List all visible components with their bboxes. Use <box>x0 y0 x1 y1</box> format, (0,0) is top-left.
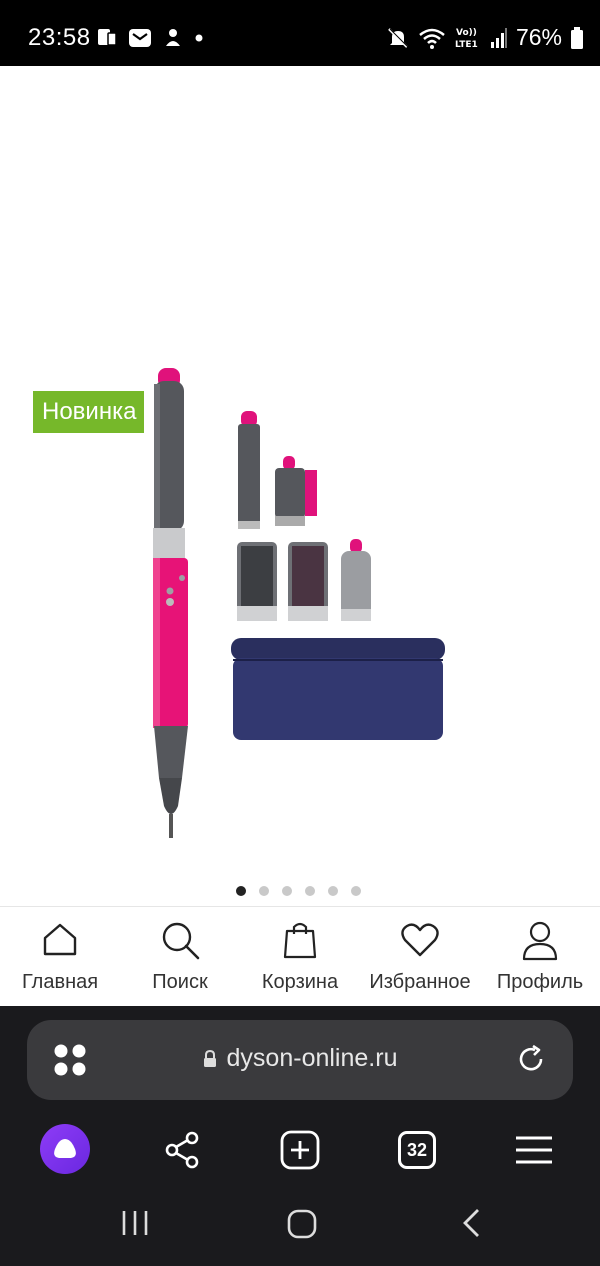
browser-chrome: dyson-online.ru 32 <box>0 1006 600 1266</box>
plus-box-icon <box>280 1130 320 1170</box>
mute-icon <box>388 27 409 48</box>
nav-item-cart[interactable]: Корзина <box>240 907 360 1006</box>
nav-label: Корзина <box>261 971 339 993</box>
tabs-button[interactable]: 32 <box>391 1124 443 1176</box>
carousel-dot[interactable] <box>259 886 269 896</box>
home-button-icon[interactable] <box>286 1208 318 1240</box>
nav-label: Избранное <box>369 971 471 993</box>
bag-icon <box>283 922 317 959</box>
carousel-dot[interactable] <box>305 886 315 896</box>
search-icon <box>162 922 200 960</box>
battery-icon <box>571 26 583 49</box>
carousel-dot[interactable] <box>328 886 338 896</box>
status-left-icons <box>96 27 204 49</box>
heart-icon <box>401 923 439 957</box>
signal-icon <box>490 27 507 48</box>
status-right: Vo)) LTE1 76% <box>386 24 584 51</box>
smoothing-brush-illustration <box>275 456 317 526</box>
nav-item-search[interactable]: Поиск <box>120 907 240 1006</box>
barrel-illustration <box>238 411 260 529</box>
product-area[interactable]: Новинка <box>0 66 600 906</box>
new-tab-button[interactable] <box>274 1124 326 1176</box>
product-image[interactable] <box>0 66 600 906</box>
share-icon <box>165 1131 199 1169</box>
alice-icon <box>54 1139 76 1158</box>
system-nav <box>0 1196 600 1266</box>
carousel-dots <box>236 886 361 896</box>
lock-icon <box>203 1050 216 1068</box>
case-illustration <box>231 638 445 740</box>
battery-percent: 76% <box>515 24 562 50</box>
url-display[interactable]: dyson-online.ru <box>27 1044 573 1073</box>
menu-button[interactable] <box>508 1124 560 1176</box>
mail-icon <box>129 29 151 47</box>
back-icon[interactable] <box>458 1208 486 1238</box>
nav-item-profile[interactable]: Профиль <box>480 907 600 1006</box>
carousel-dot[interactable] <box>282 886 292 896</box>
styler-illustration <box>153 368 188 838</box>
browser-toolbar: 32 <box>0 1116 600 1186</box>
carousel-dot[interactable] <box>236 886 246 896</box>
nav-item-home[interactable]: Главная <box>0 907 120 1006</box>
svg-text:LTE1: LTE1 <box>455 40 478 50</box>
wifi-icon <box>419 28 445 49</box>
status-time: 23:58 <box>28 24 91 51</box>
dot-icon <box>195 34 203 42</box>
volte-lte-icon: Vo)) LTE1 <box>455 28 478 50</box>
menu-icon <box>516 1136 552 1164</box>
recent-apps-icon[interactable] <box>120 1208 150 1238</box>
share-button[interactable] <box>156 1124 208 1176</box>
alice-button[interactable] <box>40 1124 90 1174</box>
new-badge: Новинка <box>33 391 145 433</box>
nav-item-favorites[interactable]: Избранное <box>360 907 480 1006</box>
home-icon <box>43 923 77 956</box>
bottom-nav: Главная Поиск Корзина Избранное Профиль <box>0 906 600 1006</box>
app-icon <box>166 29 180 46</box>
reload-icon[interactable] <box>515 1043 547 1075</box>
address-bar[interactable]: dyson-online.ru <box>27 1020 573 1100</box>
tabs-count: 32 <box>398 1131 436 1169</box>
url-text: dyson-online.ru <box>226 1044 398 1072</box>
nav-label: Профиль <box>496 971 584 993</box>
status-bar: 23:58 Vo)) LTE1 76% <box>0 0 600 66</box>
nav-label: Главная <box>21 971 99 993</box>
svg-text:Vo)): Vo)) <box>456 28 477 38</box>
nav-label: Поиск <box>152 971 208 993</box>
notification-icon <box>98 29 117 46</box>
user-icon <box>522 921 558 961</box>
brushes-illustration <box>237 539 371 621</box>
carousel-dot[interactable] <box>351 886 361 896</box>
